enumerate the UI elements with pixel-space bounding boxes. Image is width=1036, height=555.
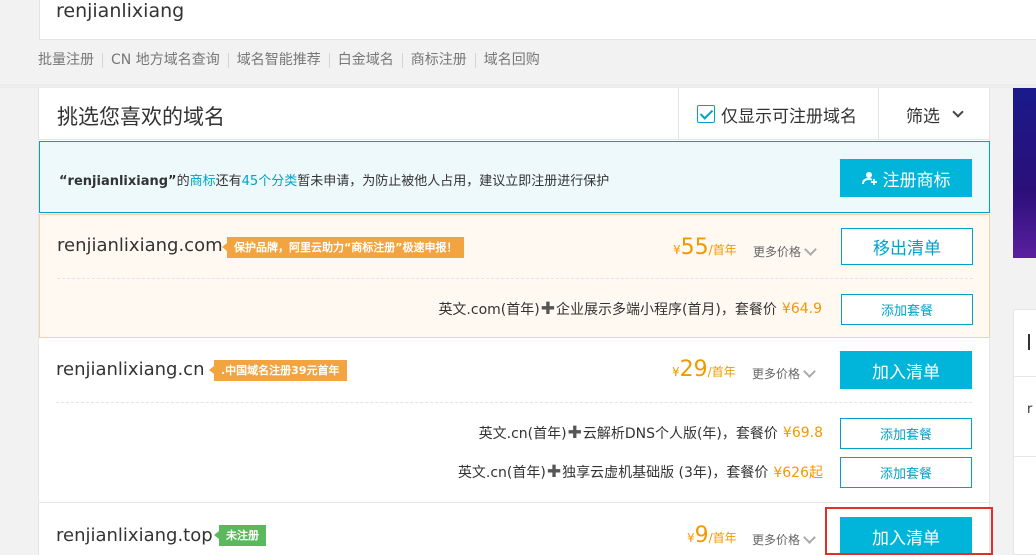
status-badge: 未注册 [214,525,266,546]
row-divider [57,278,973,279]
price: ¥29/首年 [672,357,736,382]
package-offer: 英文.com(首年) ✚ 企业展示多端小程序(首月)，套餐价 ¥64.9 [438,299,822,319]
domain-name: renjianlixiang.cn [56,359,205,380]
filter-dropdown[interactable]: 筛选 [878,88,989,140]
panel-header: 挑选您喜欢的域名 仅显示可注册域名 筛选 [39,88,989,140]
notice-domain-name: “renjianlixiang” [59,174,177,189]
price-value: 29 [679,357,708,382]
more-prices-toggle[interactable]: 更多价格 [752,364,816,382]
add-package-button[interactable]: 添加套餐 [840,457,972,488]
price-unit: /首年 [707,365,736,379]
package-offer: 英文.cn(首年) ✚ 独享云虚机基础版 (3年)，套餐价 ¥626起 [458,462,823,482]
only-available-label: 仅显示可注册域名 [721,106,857,127]
chevron-down-icon [803,530,816,544]
promo-tag: .中国域名注册39元首年 [209,360,347,381]
remove-from-list-button[interactable]: 移出清单 [841,228,973,265]
price: ¥55/首年 [673,235,737,260]
link-batch-register[interactable]: 批量注册 [38,53,102,68]
filter-label: 筛选 [906,106,940,127]
link-cn-local-domain[interactable]: CN 地方域名查询 [102,53,228,68]
plus-icon: ✚ [540,299,555,319]
price-unit: /首年 [708,531,737,545]
trademark-link[interactable]: 商标 [190,174,216,189]
domain-row-com: renjianlixiang.com 保护品牌，阿里云助力“商标注册”极速申报！… [39,214,990,338]
currency-symbol: ¥ [672,365,680,379]
price-value: 9 [694,523,709,548]
only-available-toggle[interactable]: 仅显示可注册域名 [678,88,878,140]
checkbox-checked-icon[interactable] [697,105,715,123]
link-smart-recommend[interactable]: 域名智能推荐 [227,53,329,68]
package-item-a: 英文.com(首年) [438,302,540,318]
more-prices-toggle[interactable]: 更多价格 [752,530,816,548]
more-prices-label: 更多价格 [753,245,802,259]
user-plus-icon [861,172,877,185]
domain-results-panel: 挑选您喜欢的域名 仅显示可注册域名 筛选 “renjianlixiang”的商标… [38,88,990,555]
more-prices-label: 更多价格 [752,367,801,381]
package-price: ¥69.8 [782,425,823,441]
side-card-divider [1014,376,1036,377]
domain-row-cn: renjianlixiang.cn .中国域名注册39元首年 ¥29/首年 更多… [39,338,990,503]
package-item-a: 英文.cn(首年) [478,426,567,442]
currency-symbol: ¥ [673,243,681,257]
price-unit: /首年 [708,243,737,257]
more-prices-toggle[interactable]: 更多价格 [753,242,817,260]
price-value: 55 [680,235,709,260]
side-card-item: r [1027,402,1033,417]
side-card-heading [1028,334,1036,350]
package-item-b: 独享云虚机基础版 (3年)，套餐价 [562,465,769,481]
register-trademark-label: 注册商标 [882,170,951,191]
domain-name: renjianlixiang.top [56,525,213,546]
package-price: ¥626起 [773,465,823,481]
row-divider [56,402,972,403]
plus-icon: ✚ [567,423,582,443]
add-package-button[interactable]: 添加套餐 [840,418,972,449]
link-platinum-domain[interactable]: 白金域名 [328,53,402,68]
trademark-notice-text: “renjianlixiang”的商标还有45个分类暂未申请，为防止被他人占用，… [59,170,609,189]
package-item-b: 云解析DNS个人版(年)，套餐价 [582,426,778,442]
domain-name: renjianlixiang.com [57,235,223,256]
notice-text-1: 的 [176,174,190,189]
plus-icon: ✚ [546,462,562,482]
search-input-value[interactable]: renjianlixiang [56,0,184,22]
search-box[interactable]: renjianlixiang [39,0,1036,40]
trademark-notice: “renjianlixiang”的商标还有45个分类暂未申请，为防止被他人占用，… [39,141,990,213]
highlight-box [825,507,993,555]
add-to-list-button[interactable]: 加入清单 [840,351,972,389]
add-package-button[interactable]: 添加套餐 [841,294,973,325]
chevron-down-icon [804,242,817,256]
panel-title: 挑选您喜欢的域名 [57,105,225,129]
package-item-a: 英文.cn(首年) [457,465,546,481]
side-cart-card: r [1013,309,1036,555]
category-count-link[interactable]: 45个分类 [242,174,298,189]
more-prices-label: 更多价格 [752,533,801,547]
currency-symbol: ¥ [687,531,695,545]
chevron-down-icon [952,106,964,118]
link-domain-buyback[interactable]: 域名回购 [474,53,548,68]
link-trademark-register[interactable]: 商标注册 [401,53,475,68]
quick-links: 批量注册 CN 地方域名查询 域名智能推荐 白金域名 商标注册 域名回购 [38,53,548,68]
package-price: ¥64.9 [781,301,822,317]
notice-text-2: 还有 [215,174,242,189]
side-banner-ad[interactable] [1013,88,1036,258]
package-item-b: 企业展示多端小程序(首月)，套餐价 [555,302,777,318]
promo-tag: 保护品牌，阿里云助力“商标注册”极速申报！ [221,237,465,258]
side-card-divider [1014,456,1036,457]
price: ¥9/首年 [687,523,737,548]
notice-text-3: 暂未申请，为防止被他人占用，建议立即注册进行保护 [297,174,610,189]
chevron-down-icon [803,364,816,378]
register-trademark-button[interactable]: 注册商标 [840,159,972,197]
package-offer: 英文.cn(首年) ✚ 云解析DNS个人版(年)，套餐价 ¥69.8 [479,423,823,443]
